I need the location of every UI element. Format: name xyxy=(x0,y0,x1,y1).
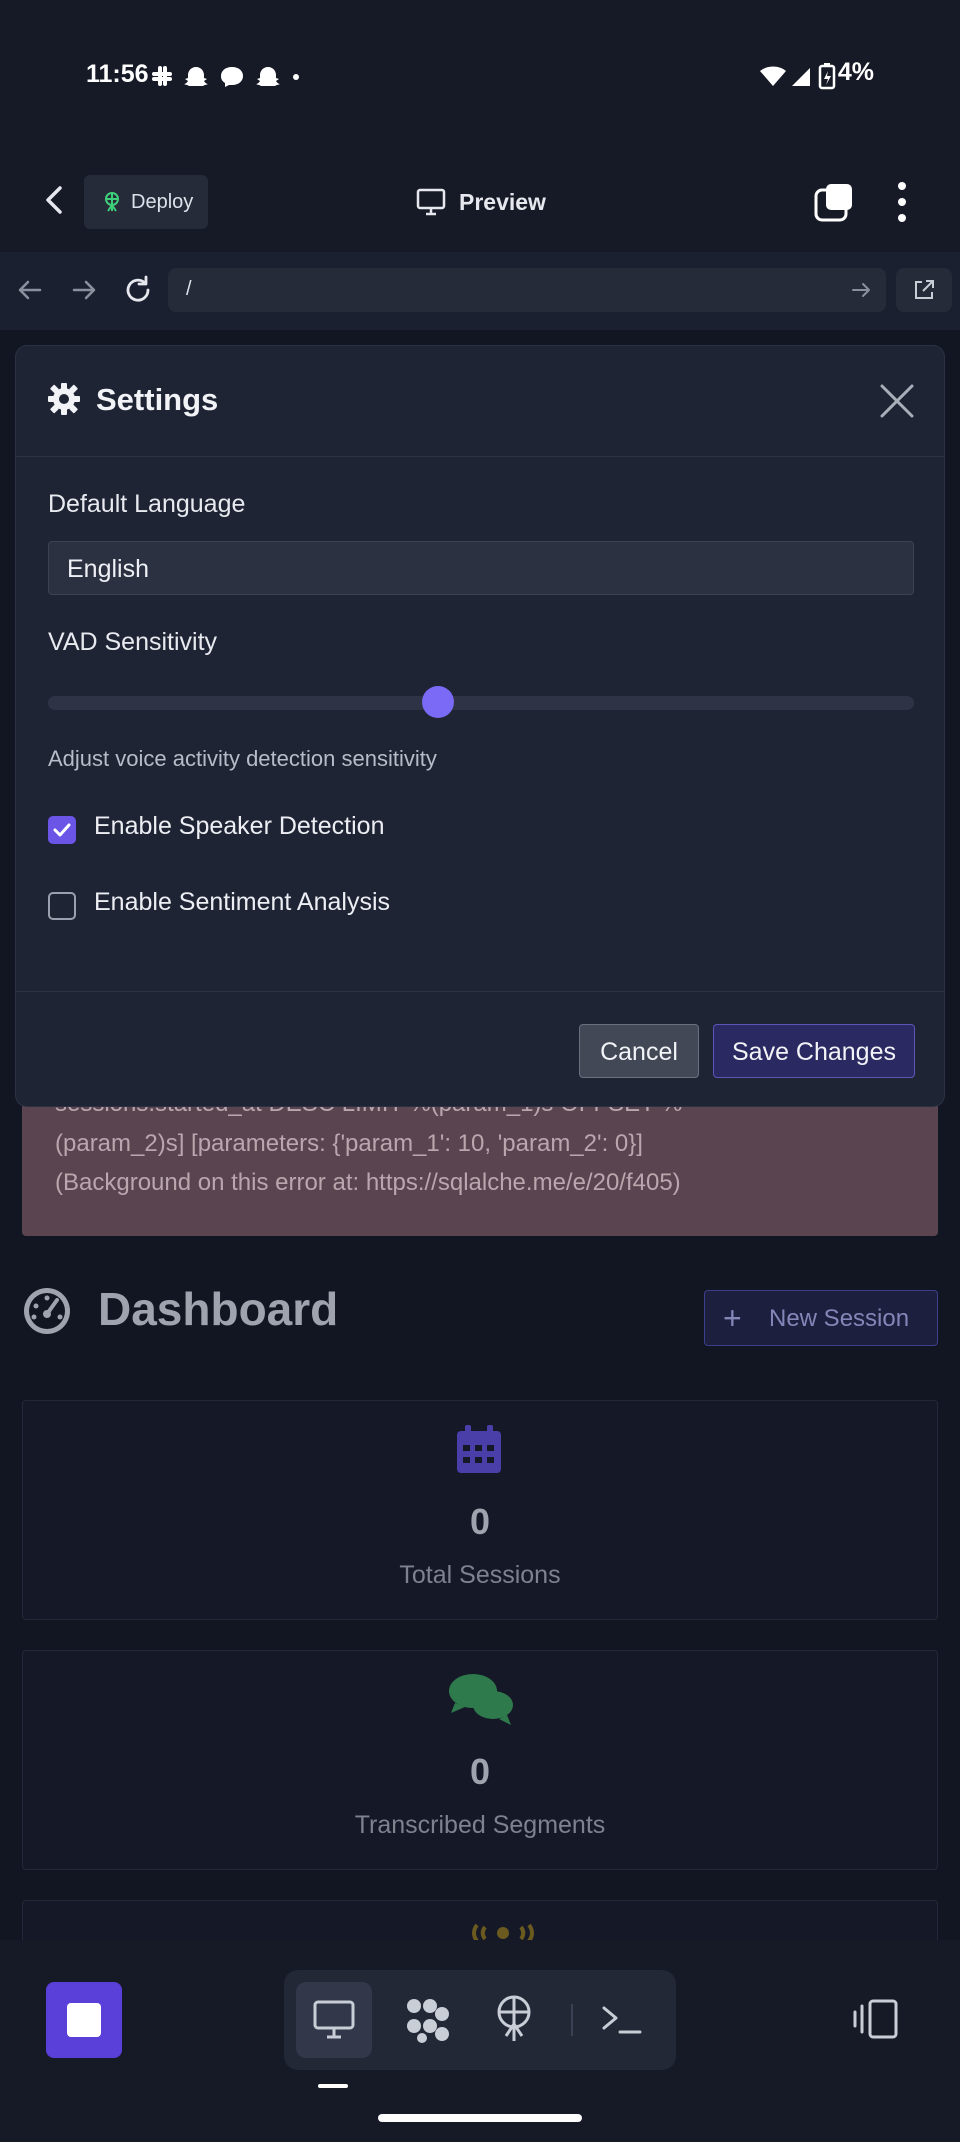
new-session-label: New Session xyxy=(769,1305,910,1332)
vad-slider-track[interactable] xyxy=(48,696,914,710)
more-vertical-icon xyxy=(898,182,906,222)
check-icon xyxy=(53,823,71,837)
cancel-button[interactable]: Cancel xyxy=(579,1024,699,1078)
stat-card: 0 Transcribed Segments xyxy=(22,1650,938,1870)
snapchat-icon xyxy=(184,67,208,86)
external-link-icon xyxy=(915,280,934,299)
cancel-label: Cancel xyxy=(600,1038,678,1066)
home-indicator[interactable] xyxy=(378,2114,582,2122)
stat-card: 0 Total Sessions xyxy=(22,1400,938,1620)
language-label: Default Language xyxy=(48,490,246,518)
calendar-icon xyxy=(457,1425,501,1473)
error-line: (param_2)s] [parameters: {'param_1': 10,… xyxy=(55,1130,643,1157)
stop-button[interactable] xyxy=(46,1982,122,2058)
browser-forward-button[interactable] xyxy=(66,272,102,308)
save-button[interactable]: Save Changes xyxy=(713,1024,915,1078)
browser-back-button[interactable] xyxy=(12,272,48,308)
divider xyxy=(571,2004,573,2036)
close-icon[interactable] xyxy=(878,382,916,420)
preview-label: Preview xyxy=(459,189,546,215)
shell-tool-button[interactable] xyxy=(584,1982,660,2058)
vad-help-text: Adjust voice activity detection sensitiv… xyxy=(48,746,437,771)
stat-value: 0 xyxy=(469,1501,491,1542)
monitor-icon xyxy=(416,188,446,216)
split-view-button[interactable] xyxy=(852,1998,900,2040)
slack-icon xyxy=(152,66,172,86)
active-tab-indicator xyxy=(318,2084,348,2088)
tachometer-icon xyxy=(22,1286,72,1336)
wifi-icon xyxy=(760,66,786,86)
url-text: / xyxy=(186,278,192,300)
stop-icon xyxy=(67,2003,101,2037)
battery-icon xyxy=(818,63,836,90)
arrow-right-icon[interactable] xyxy=(850,279,872,301)
save-label: Save Changes xyxy=(731,1038,896,1066)
speaker-detection-checkbox[interactable] xyxy=(48,816,76,844)
deploy-tool-button[interactable] xyxy=(476,1982,552,2058)
deploy-label: Deploy xyxy=(131,191,194,213)
sentiment-analysis-label[interactable]: Enable Sentiment Analysis xyxy=(94,888,390,917)
reload-icon xyxy=(126,275,150,302)
plus-icon: + xyxy=(723,1300,742,1336)
broadcast-icon xyxy=(472,1923,534,1941)
stat-value: 0 xyxy=(469,1751,491,1792)
more-options-button[interactable] xyxy=(890,180,914,224)
reload-button[interactable] xyxy=(120,272,156,308)
deploy-icon xyxy=(105,192,119,212)
nodes-icon xyxy=(407,1999,449,2043)
signal-icon xyxy=(792,68,810,86)
deploy-icon xyxy=(497,1995,531,2041)
speaker-detection-label[interactable]: Enable Speaker Detection xyxy=(94,812,384,841)
back-button[interactable] xyxy=(36,176,76,224)
dot-icon xyxy=(293,74,299,80)
url-bar[interactable]: / xyxy=(168,268,886,312)
language-select[interactable]: English xyxy=(48,541,914,595)
modal-header: Settings xyxy=(16,346,944,457)
battery-percent: 4% xyxy=(837,58,874,86)
workflow-tool-button[interactable] xyxy=(390,1982,466,2058)
terminal-icon xyxy=(602,2006,642,2034)
gear-icon xyxy=(48,383,80,415)
settings-modal: Settings Default Language English VAD Se… xyxy=(15,345,945,1107)
chevron-left-icon xyxy=(46,186,62,214)
preview-tool-button[interactable] xyxy=(296,1982,372,2058)
messenger-icon xyxy=(221,67,243,87)
vad-label: VAD Sensitivity xyxy=(48,628,218,656)
system-icons xyxy=(758,62,840,90)
tabs-icon xyxy=(814,184,852,222)
monitor-icon xyxy=(313,2000,355,2039)
error-line: (Background on this error at: https://sq… xyxy=(55,1169,681,1196)
stat-label: Transcribed Segments xyxy=(354,1811,606,1839)
tabs-button[interactable] xyxy=(814,182,854,222)
comments-icon xyxy=(449,1674,513,1725)
vad-slider-thumb[interactable] xyxy=(421,686,454,718)
modal-title: Settings xyxy=(96,382,219,417)
status-time: 11:56 xyxy=(86,60,149,88)
page-title: Dashboard xyxy=(98,1283,339,1335)
language-value: English xyxy=(67,555,149,583)
arrow-right-icon xyxy=(72,280,96,300)
deploy-button[interactable]: Deploy xyxy=(84,175,208,229)
split-view-icon xyxy=(853,1999,898,2039)
notification-icons xyxy=(150,64,300,88)
stat-label: Total Sessions xyxy=(399,1561,561,1589)
sentiment-analysis-checkbox[interactable] xyxy=(48,892,76,920)
tool-switcher xyxy=(284,1970,676,2070)
open-external-button[interactable] xyxy=(896,268,952,312)
modal-footer-divider xyxy=(16,991,944,992)
new-session-button[interactable]: + New Session xyxy=(704,1290,938,1346)
snapchat-icon xyxy=(256,67,280,86)
arrow-left-icon xyxy=(18,280,42,300)
